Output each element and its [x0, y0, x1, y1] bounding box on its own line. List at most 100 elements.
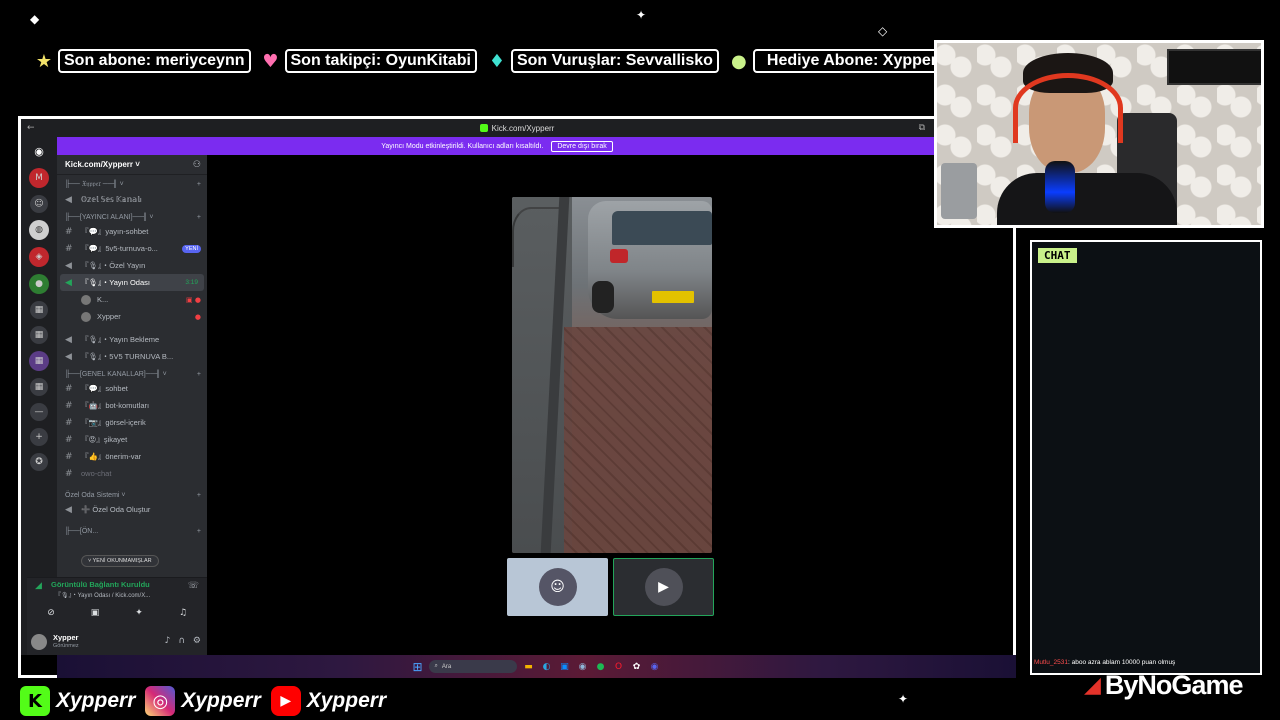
- back-arrow-icon[interactable]: ←: [27, 123, 35, 133]
- explore-icon[interactable]: ✪: [30, 453, 48, 471]
- category-header[interactable]: ╟──[GENEL KANALLAR]──╢ ˅ +: [57, 365, 207, 380]
- hash-icon: #: [65, 451, 73, 462]
- speaker-icon: ◀: [65, 277, 72, 288]
- disable-streamer-mode-button[interactable]: Devre dışı bırak: [551, 140, 613, 152]
- voice-user[interactable]: K... ▣ ●: [57, 291, 207, 308]
- category-header[interactable]: ╟──[YAYINCI ALANI]──╢ ˅ +: [57, 208, 207, 223]
- server-icon-avatar[interactable]: ☺: [30, 195, 48, 213]
- webcam-scene: [1045, 161, 1075, 213]
- file-explorer-icon[interactable]: ▬: [523, 661, 535, 673]
- add-server-icon[interactable]: +: [30, 428, 48, 446]
- category-header[interactable]: Özel Oda Sistemi ˅ +: [57, 482, 207, 501]
- voice-buttons: ⊘ ▣ ✦ ♫: [33, 604, 201, 622]
- username[interactable]: Xypper: [53, 633, 78, 642]
- voice-channel[interactable]: ◀ 『🎙』・Özel Yayın: [57, 257, 207, 274]
- participant-thumb-2[interactable]: ▶: [613, 558, 714, 616]
- steam-icon[interactable]: ◉: [577, 661, 589, 673]
- new-badge: YENİ: [182, 244, 201, 253]
- camera-icon: ▶: [644, 568, 683, 606]
- server-header[interactable]: Kick.com/Xypperr ˅ ⚇: [57, 155, 207, 175]
- start-icon[interactable]: ⊞: [412, 660, 422, 674]
- kick-favicon-icon: [479, 124, 488, 132]
- speaker-icon: ◀: [65, 504, 72, 515]
- video-scene: [652, 291, 694, 303]
- microphone-icon[interactable]: ♪: [165, 636, 171, 646]
- discord-icon[interactable]: ◉: [649, 661, 661, 673]
- star-icon: ★: [35, 50, 53, 72]
- alerts-ticker: ★ Son abone: meriyceynn ♥ Son takipçi: O…: [34, 48, 958, 74]
- chat-title: CHAT: [1038, 248, 1077, 263]
- server-icon-folder-4[interactable]: ▦: [30, 378, 48, 396]
- hash-icon: #: [65, 383, 73, 394]
- text-channel[interactable]: # 『😡』şikayet: [57, 431, 207, 448]
- voice-status[interactable]: Görüntülü Bağlantı Kuruldu: [51, 580, 150, 589]
- main-video-stream[interactable]: [512, 197, 712, 553]
- sponsor-name: ByNoGame: [1104, 670, 1244, 700]
- text-channel[interactable]: # 『🤖』bot-komutları: [57, 397, 207, 414]
- voice-channel-active[interactable]: ◀ 『🎙』・Yayın Odası 3:19: [60, 274, 204, 291]
- settings-icon[interactable]: ⚙: [193, 636, 201, 646]
- store-icon[interactable]: ▣: [559, 661, 571, 673]
- activities-button[interactable]: ✦: [121, 604, 157, 622]
- ticker-item: ★ Son abone: meriyceynn: [34, 49, 251, 73]
- diamond-icon: ♦: [488, 50, 506, 72]
- category-header[interactable]: ╟── 𝔛𝔶𝔭𝔭𝔢𝔯 ──╢ ˅ +: [57, 175, 207, 191]
- sparkle-decoration: ✦: [898, 692, 909, 706]
- voice-channel[interactable]: ◀ ➕ Özel Oda Oluştur: [57, 501, 207, 518]
- disconnect-icon[interactable]: ☏: [188, 581, 199, 591]
- video-scene: [592, 281, 614, 313]
- server-icon-line[interactable]: —: [30, 403, 48, 421]
- heart-icon: ♥: [262, 50, 279, 72]
- streamer-mode-banner: Yayıncı Modu etkinleştirildi. Kullanıcı …: [57, 137, 937, 155]
- chat-panel: CHAT Mutlu_2531: aboo azra ablam 10000 p…: [1030, 240, 1262, 675]
- discord-window: ← Kick.com/Xypperr ⧉ Yayıncı Modu etkinl…: [18, 116, 1016, 678]
- server-icon-mask[interactable]: ◍: [29, 220, 49, 240]
- server-icon-folder-3[interactable]: ▦: [29, 351, 49, 371]
- hash-icon: #: [65, 400, 73, 411]
- text-channel[interactable]: # 『📷』görsel-içerik: [57, 414, 207, 431]
- server-icon-folder-1[interactable]: ▦: [30, 301, 48, 319]
- server-icon-folder-2[interactable]: ▦: [30, 326, 48, 344]
- headphones-icon[interactable]: ∩: [178, 636, 185, 646]
- text-channel[interactable]: # 『💬』sohbet: [57, 380, 207, 397]
- voice-location[interactable]: 『🎙』・Yayın Odası / Kick.com/X...: [55, 590, 150, 599]
- text-channel[interactable]: # 『👍』önerim-var: [57, 448, 207, 465]
- search-icon: ⌕: [434, 663, 438, 669]
- text-channel[interactable]: # 『💬』5v5-turnuva-o... YENİ: [57, 240, 207, 257]
- voice-channel[interactable]: ◀ 『🎙』・5V5 TURNUVA B...: [57, 348, 207, 365]
- new-unreads-pill[interactable]: ˅ YENİ OKUNMAMIŞLAR: [81, 555, 159, 567]
- text-channel[interactable]: # 『💬』yayın-sohbet: [57, 223, 207, 240]
- chat-message: Mutlu_2531: aboo azra ablam 10000 puan o…: [1034, 659, 1175, 666]
- taskbar-search[interactable]: ⌕ Ara: [428, 660, 517, 673]
- spotify-icon[interactable]: ●: [595, 661, 607, 673]
- edge-icon[interactable]: ◐: [541, 661, 553, 673]
- screen-share-button[interactable]: ▣: [77, 604, 113, 622]
- category-header[interactable]: ╟──[ÖN... +: [57, 518, 207, 537]
- camera-off-button[interactable]: ⊘: [33, 604, 69, 622]
- server-icon-green[interactable]: ●: [29, 274, 49, 294]
- server-icon-m[interactable]: M: [29, 168, 49, 188]
- coin-icon: ●: [731, 50, 747, 72]
- hash-icon: #: [65, 468, 73, 479]
- voice-channel[interactable]: ◀ 𝕆𝕫𝕖𝕝 𝕊𝕖𝕤 𝕂𝕒𝕟𝕒𝕝ı: [57, 191, 207, 208]
- text-channel[interactable]: # owo-chat: [57, 465, 207, 482]
- voice-connection-panel: ◢ Görüntülü Bağlantı Kuruldu 『🎙』・Yayın O…: [27, 577, 207, 629]
- instagram-icon: ◎: [145, 686, 176, 716]
- soundboard-button[interactable]: ♫: [165, 604, 201, 622]
- voice-channel[interactable]: ◀ 『🎙』・Yayın Bekleme: [57, 331, 207, 348]
- discord-home-icon[interactable]: ◉: [29, 141, 49, 161]
- invite-icon[interactable]: ⚇: [193, 160, 201, 170]
- voice-timer: 3:19: [185, 279, 198, 286]
- opera-icon[interactable]: O: [613, 661, 625, 673]
- voice-user[interactable]: Xypper ●: [57, 308, 207, 325]
- youtube-icon: ▶: [270, 686, 301, 716]
- avatar[interactable]: [31, 634, 47, 650]
- participant-thumb-1[interactable]: ☺: [507, 558, 608, 616]
- chat-text: : aboo azra ablam 10000 puan olmuş: [1067, 659, 1176, 666]
- webcam-scene: [1167, 49, 1261, 85]
- window-mode-icon[interactable]: ⧉: [919, 123, 925, 133]
- server-icon-red[interactable]: ◈: [29, 247, 49, 267]
- chatgpt-icon[interactable]: ✿: [631, 661, 643, 673]
- server-name: Kick.com/Xypperr ˅: [65, 160, 140, 169]
- ticker-text: Son takipçi: OyunKitabi: [284, 49, 477, 73]
